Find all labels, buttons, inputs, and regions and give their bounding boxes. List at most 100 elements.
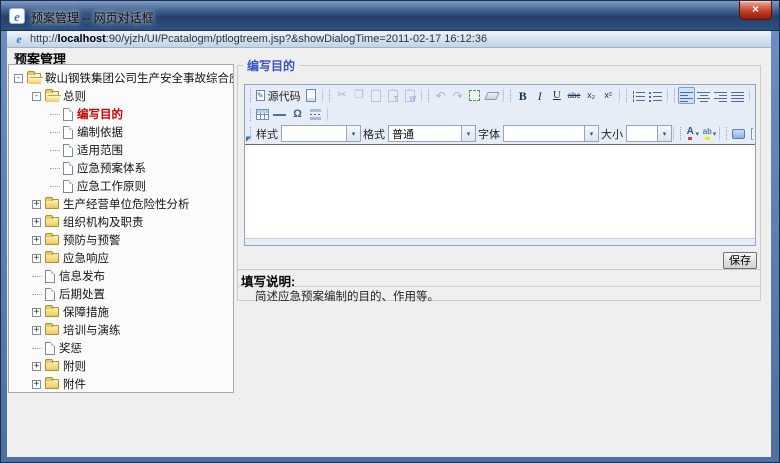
toolbar-collapse-button[interactable]: ◤ <box>246 136 251 143</box>
tree-item-label[interactable]: 编制依据 <box>77 124 123 140</box>
collapse-expander-icon[interactable]: - <box>14 74 23 83</box>
chevron-down-icon[interactable]: ▾ <box>346 126 360 141</box>
tree-item-label[interactable]: 培训与演练 <box>63 322 121 338</box>
tree-item[interactable]: + 预防与预警 <box>9 231 233 249</box>
superscript-button[interactable] <box>600 87 617 104</box>
tree-item-label[interactable]: 应急工作原则 <box>77 178 146 194</box>
expand-expander-icon[interactable]: + <box>32 380 41 389</box>
preview-button[interactable] <box>747 125 753 142</box>
tree-item-label[interactable]: 编写目的 <box>77 106 123 122</box>
align-right-button[interactable] <box>712 87 729 104</box>
tree-item[interactable]: 编写目的 <box>9 105 233 123</box>
expand-expander-icon[interactable]: + <box>32 218 41 227</box>
text-color-button[interactable]: ▾ <box>684 125 701 142</box>
highlight-color-button[interactable]: ▾ <box>701 125 718 142</box>
tree-item-label[interactable]: 鞍山钢铁集团公司生产安全事故综合应急预案 <box>45 70 233 86</box>
expand-expander-icon[interactable]: + <box>32 254 41 263</box>
folder-open-icon <box>27 73 41 83</box>
tree-item[interactable]: 编制依据 <box>9 123 233 141</box>
toolbar-group-handle[interactable] <box>250 89 251 102</box>
remove-format-button[interactable] <box>483 87 500 104</box>
underline-button[interactable] <box>548 87 565 104</box>
toolbar-group-handle[interactable] <box>680 127 681 140</box>
source-button[interactable]: 源代码 <box>254 87 303 104</box>
tree-item[interactable]: + 培训与演练 <box>9 321 233 339</box>
toolbar-group-handle[interactable] <box>250 108 251 121</box>
tree-item[interactable]: 应急预案体系 <box>9 159 233 177</box>
align-center-button[interactable] <box>695 87 712 104</box>
new-page-button[interactable] <box>303 87 320 104</box>
toolbar-group-handle[interactable] <box>726 127 727 140</box>
chevron-down-icon[interactable]: ▾ <box>657 126 671 141</box>
tree-item-label[interactable]: 应急预案体系 <box>77 160 146 176</box>
tree-item[interactable]: + 附件 <box>9 375 233 393</box>
special-character-button[interactable] <box>288 106 307 123</box>
unordered-list-button[interactable] <box>647 87 664 104</box>
tree-item[interactable]: + 保障措施 <box>9 303 233 321</box>
show-blocks-button[interactable] <box>730 125 747 142</box>
tree-item[interactable]: + 生产经营单位危险性分析 <box>9 195 233 213</box>
tree-item[interactable]: 后期处置 <box>9 285 233 303</box>
collapse-expander-icon[interactable]: - <box>32 92 41 101</box>
save-button[interactable]: 保存 <box>723 252 757 269</box>
insert-table-icon <box>256 109 269 120</box>
page-break-button[interactable] <box>307 106 324 123</box>
tree-item-label[interactable]: 应急响应 <box>63 250 109 266</box>
title-bar[interactable]: e 预案管理 -- 网页对话框 × <box>1 1 780 31</box>
tree-item-label[interactable]: 信息发布 <box>59 268 105 284</box>
folder-icon <box>45 217 59 227</box>
toolbar-group-handle[interactable] <box>428 89 429 102</box>
tree-item[interactable]: + 附则 <box>9 357 233 375</box>
italic-button[interactable] <box>531 87 548 104</box>
size-combo[interactable]: ▾ <box>626 125 672 142</box>
expand-expander-icon[interactable]: + <box>32 308 41 317</box>
toolbar-group-handle[interactable] <box>674 89 675 102</box>
select-all-button[interactable] <box>466 87 483 104</box>
style-combo[interactable]: ▾ <box>281 125 361 142</box>
expand-expander-icon[interactable]: + <box>32 362 41 371</box>
tree-item-label[interactable]: 预防与预警 <box>63 232 121 248</box>
close-button[interactable]: × <box>739 1 772 20</box>
tree-item-label[interactable]: 总则 <box>63 88 86 104</box>
tree-item[interactable]: + 应急响应 <box>9 249 233 267</box>
tree-item[interactable]: - 总则 <box>9 87 233 105</box>
tree-item-label[interactable]: 后期处置 <box>59 286 105 302</box>
size-combo-label: 大小 <box>601 126 623 142</box>
ordered-list-button[interactable] <box>630 87 647 104</box>
tree-item[interactable]: + 组织机构及职责 <box>9 213 233 231</box>
toolbar-group-handle[interactable] <box>510 89 511 102</box>
insert-table-button[interactable] <box>254 106 271 123</box>
align-left-icon <box>680 90 693 102</box>
toolbar-group-handle[interactable] <box>329 89 330 102</box>
note-heading: 填写说明: <box>238 271 760 287</box>
editor-content-area[interactable] <box>245 144 755 238</box>
tree-item-label[interactable]: 组织机构及职责 <box>63 214 144 230</box>
tree-item[interactable]: 信息发布 <box>9 267 233 285</box>
tree-item[interactable]: 奖惩 <box>9 339 233 357</box>
tree-item[interactable]: - 鞍山钢铁集团公司生产安全事故综合应急预案 <box>9 69 233 87</box>
expand-expander-icon[interactable]: + <box>32 200 41 209</box>
align-justify-button[interactable] <box>729 87 746 104</box>
paste-from-word-button <box>401 87 418 104</box>
tree-item-label[interactable]: 附则 <box>63 358 86 374</box>
strikethrough-button[interactable] <box>565 87 582 104</box>
expand-expander-icon[interactable]: + <box>32 236 41 245</box>
horizontal-rule-button[interactable] <box>271 106 288 123</box>
chevron-down-icon[interactable]: ▾ <box>584 126 598 141</box>
toolbar-group-handle[interactable] <box>626 89 627 102</box>
chevron-down-icon[interactable]: ▾ <box>461 126 475 141</box>
align-left-button[interactable] <box>678 87 695 104</box>
tree-item[interactable]: 适用范围 <box>9 141 233 159</box>
format-combo[interactable]: 普通▾ <box>388 125 476 142</box>
tree-item-label[interactable]: 附件 <box>63 376 86 392</box>
tree-item[interactable]: 应急工作原则 <box>9 177 233 195</box>
subscript-button[interactable] <box>583 87 600 104</box>
font-combo[interactable]: ▾ <box>503 125 599 142</box>
expand-expander-icon[interactable]: + <box>32 326 41 335</box>
bold-button[interactable] <box>514 87 531 104</box>
bold-icon <box>516 88 529 103</box>
tree-item-label[interactable]: 适用范围 <box>77 142 123 158</box>
tree-item-label[interactable]: 生产经营单位危险性分析 <box>63 196 190 212</box>
tree-item-label[interactable]: 奖惩 <box>59 340 82 356</box>
tree-item-label[interactable]: 保障措施 <box>63 304 109 320</box>
